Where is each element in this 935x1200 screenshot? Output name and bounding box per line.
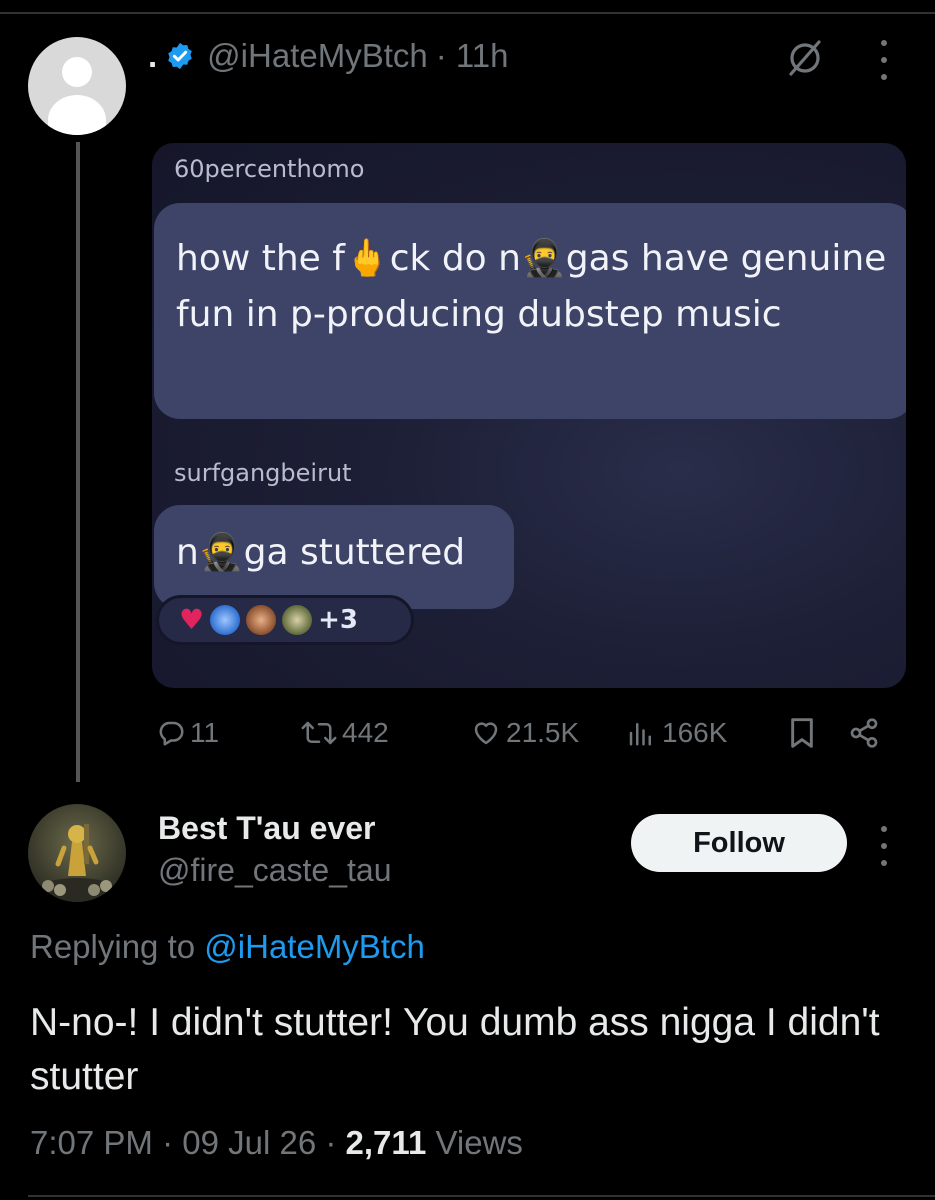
reply-time[interactable]: 7:07 PM (30, 1124, 153, 1161)
replying-to-mention[interactable]: @iHateMyBtch (204, 928, 425, 965)
attached-chat-screenshot[interactable]: 60percenthomo how the f🖕ck do n🥷gas have… (152, 143, 906, 688)
verified-badge-icon (168, 42, 192, 70)
parent-display-name[interactable]: . (148, 37, 157, 75)
tweet-action-bar: 11 442 21.5K 166K (152, 710, 892, 756)
avatar-body-shape (48, 95, 106, 135)
bookmark-icon (791, 718, 813, 748)
reply-views-label: Views (435, 1124, 523, 1161)
reply-views-count: 2,711 (345, 1124, 427, 1161)
default-avatar[interactable] (28, 37, 126, 135)
parent-tweet-header: . @iHateMyBtch · 11h (148, 34, 509, 78)
replying-to-line: Replying to @iHateMyBtch (30, 928, 425, 966)
parent-timestamp[interactable]: · 11h (436, 37, 509, 75)
reply-body-text: N-no-! I didn't stutter! You dumb ass ni… (30, 1001, 880, 1098)
meta-separator-2: · (325, 1124, 346, 1161)
reply-count: 11 (190, 717, 220, 748)
more-options-icon[interactable] (872, 40, 896, 80)
chat-bubble-1: how the f🖕ck do n🥷gas have genuine fun i… (154, 203, 906, 419)
thread-line (76, 142, 80, 782)
views-chart-icon (629, 723, 651, 746)
reaction-extra-count: +3 (318, 605, 358, 635)
chat-username-2: surfgangbeirut (174, 459, 352, 487)
tau-warrior-avatar-icon (33, 824, 121, 902)
chat-reactions: ♥ +3 (156, 595, 414, 645)
heart-reaction-icon: ♥ (179, 603, 205, 636)
reaction-avatar-3 (282, 605, 313, 635)
repost-button[interactable]: 442 (300, 710, 389, 756)
grok-icon[interactable] (785, 38, 825, 78)
reply-display-name[interactable]: Best T'au ever (158, 810, 375, 847)
repost-icon (301, 721, 337, 745)
views-button[interactable]: 166K (624, 710, 727, 756)
reply-metadata: 7:07 PM · 09 Jul 26 · 2,711 Views (30, 1124, 523, 1162)
reply-date[interactable]: 09 Jul 26 (182, 1124, 316, 1161)
share-icon (850, 718, 878, 748)
top-divider (0, 12, 935, 14)
bookmark-button[interactable] (788, 710, 816, 756)
replying-to-label: Replying to (30, 928, 196, 965)
like-button[interactable]: 21.5K (470, 710, 579, 756)
reply-button[interactable]: 11 (156, 710, 219, 756)
reply-handle[interactable]: @fire_caste_tau (158, 852, 392, 889)
repost-count: 442 (342, 717, 389, 748)
meta-separator-1: · (162, 1124, 183, 1161)
chat-bubble-2: n🥷ga stuttered (154, 505, 514, 609)
heart-icon (474, 722, 498, 745)
follow-button[interactable]: Follow (631, 814, 847, 872)
reaction-avatar-1 (210, 605, 241, 635)
chat-username-1: 60percenthomo (174, 155, 365, 183)
reply-more-options-icon[interactable] (872, 826, 896, 866)
share-button[interactable] (846, 710, 882, 756)
bottom-divider (28, 1195, 935, 1197)
like-count: 21.5K (506, 717, 580, 748)
reply-icon (159, 721, 184, 746)
avatar-head-shape (62, 57, 92, 87)
reply-avatar[interactable] (28, 804, 126, 902)
views-count: 166K (662, 717, 728, 748)
reaction-avatar-2 (246, 605, 277, 635)
parent-handle[interactable]: @iHateMyBtch (207, 37, 428, 75)
